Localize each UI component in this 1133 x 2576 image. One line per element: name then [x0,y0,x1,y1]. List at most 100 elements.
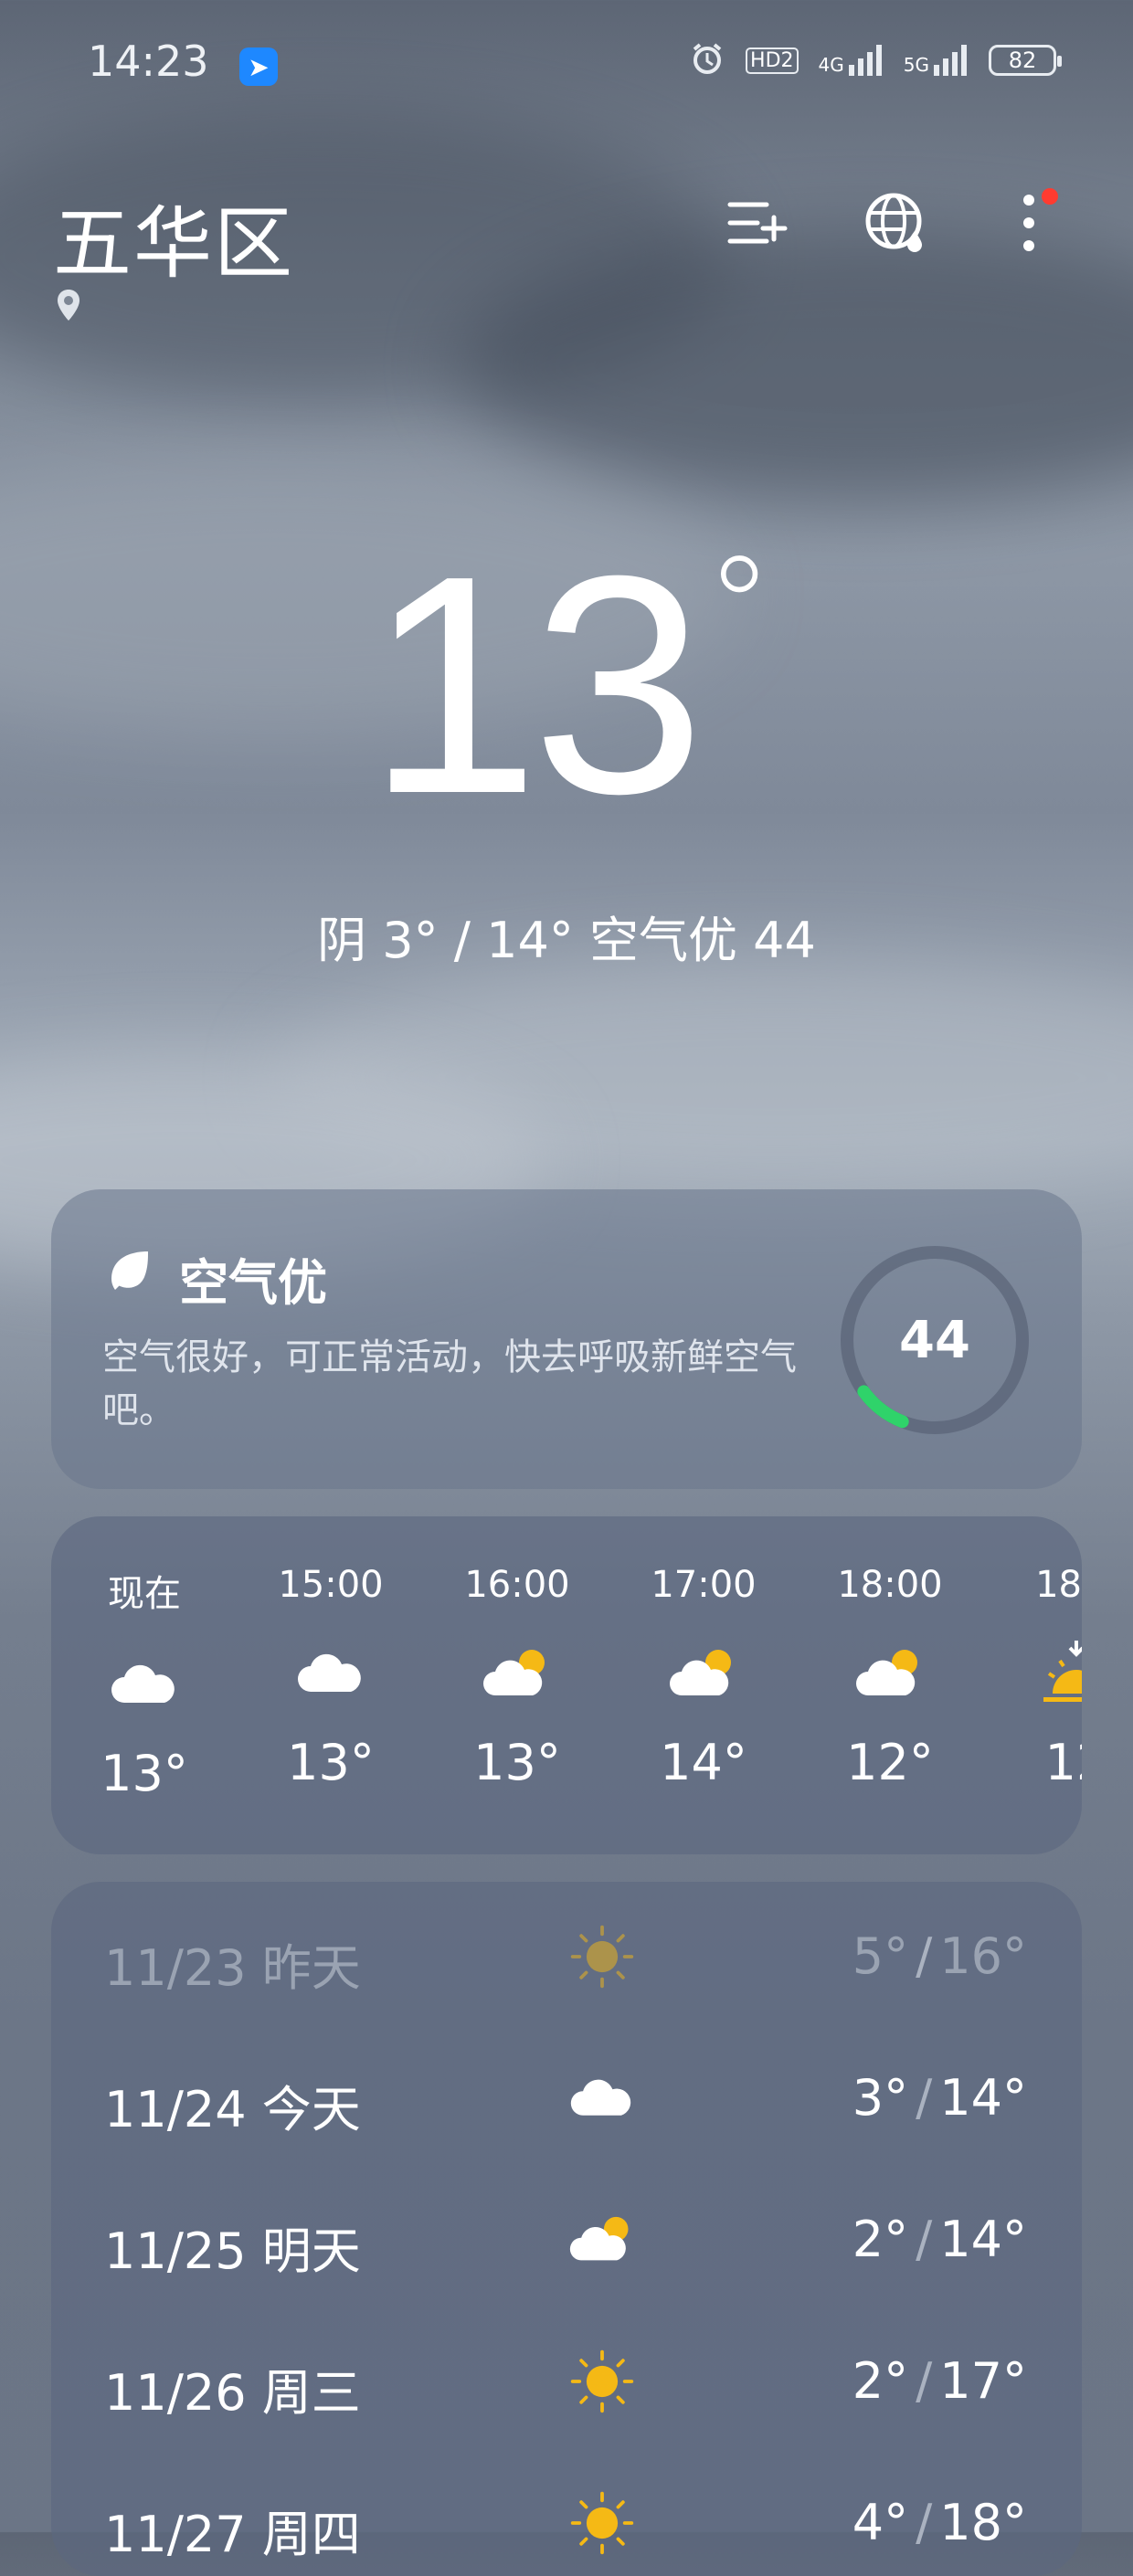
hourly-list[interactable]: 现在 13° 15:00 13° 16:00 13° 17:00 14° 18:00 1… [51,1516,1082,1802]
day-name: 昨天 [261,1939,361,1997]
sun-icon [561,2345,643,2418]
day-date: 11/24 [104,2081,247,2138]
day-label: 11/26 周三 [104,2352,361,2424]
hour-temp: 12° [846,1734,934,1791]
aqi-gauge: 44 [839,1244,1031,1436]
status-time: 14:23 [88,37,209,86]
hourly-item[interactable]: 16:00 13° [424,1516,610,1802]
day-temp-range: 2°/17° [852,2352,1027,2410]
hour-temp: 13° [473,1734,561,1791]
app-notification-icon: ➤ [239,48,278,86]
hourly-item[interactable]: 18:00 12° [797,1516,983,1802]
day-name: 周三 [261,2364,361,2422]
day-label: 11/25 明天 [104,2211,361,2283]
globe-button[interactable] [859,186,932,259]
hourly-forecast-card[interactable]: 现在 13° 15:00 13° 16:00 13° 17:00 14° 18:00 1… [51,1516,1082,1854]
day-name: 明天 [261,2222,361,2280]
daily-row[interactable]: 11/26 周三 2°/17° [104,2334,1027,2434]
current-temperature: 13° [0,530,1133,840]
range-separator: / [916,2494,933,2551]
air-quality-card[interactable]: 空气优 空气很好，可正常活动，快去呼吸新鲜空气吧。 44 [51,1189,1082,1489]
day-high: 16° [939,1927,1027,1985]
more-vertical-icon [1023,195,1034,251]
air-quality-description: 空气很好，可正常活动，快去呼吸新鲜空气吧。 [102,1336,797,1431]
day-low: 5° [852,1927,909,1985]
day-date: 11/26 [104,2364,247,2422]
hourly-item[interactable]: 现在 13° [51,1516,238,1802]
air-quality-title: 空气优 [179,1254,327,1312]
hourly-item[interactable]: 18:1 12 [983,1516,1082,1802]
sunset-icon [983,1637,1082,1710]
day-high: 18° [939,2494,1027,2551]
day-low: 2° [852,2352,909,2410]
hour-label: 18:1 [1035,1564,1082,1606]
day-label: 11/24 今天 [104,2069,361,2141]
more-menu-button[interactable] [992,186,1065,259]
hourly-item[interactable]: 17:00 14° [610,1516,797,1802]
day-temp-range: 2°/14° [852,2211,1027,2268]
range-separator: / [916,2069,933,2127]
battery-icon: 82 [989,45,1062,76]
day-temp-range: 5°/16° [852,1927,1027,1985]
hd-icon: HD2 [746,47,799,74]
globe-icon [865,193,922,252]
degree-symbol: ° [704,528,774,687]
day-label: 11/27 周四 [104,2494,361,2566]
day-high: 14° [939,2211,1027,2268]
day-temp-range: 3°/14° [852,2069,1027,2127]
partly-cloudy-icon [797,1637,983,1710]
cloud-icon [51,1648,238,1721]
add-city-button[interactable] [722,186,795,259]
daily-row[interactable]: 11/24 今天 3°/14° [104,2051,1027,2151]
cloud-icon [238,1637,424,1710]
day-temp-range: 4°/18° [852,2494,1027,2551]
day-low: 4° [852,2494,909,2551]
battery-level: 82 [1008,48,1037,73]
day-high: 17° [939,2352,1027,2410]
day-low: 3° [852,2069,909,2127]
city-name[interactable]: 五华区 [53,179,294,293]
partly-cloudy-icon [561,2203,643,2276]
range-separator: / [916,2211,933,2268]
hour-label: 17:00 [651,1564,757,1606]
hourly-item[interactable]: 15:00 13° [238,1516,424,1802]
day-name: 今天 [261,2081,361,2138]
daily-row[interactable]: 11/25 明天 2°/14° [104,2192,1027,2293]
day-date: 11/23 [104,1939,247,1997]
current-temp-value: 13 [366,512,704,859]
net-label-4g: 4G [818,54,844,76]
day-date: 11/25 [104,2222,247,2280]
partly-cloudy-icon [610,1637,797,1710]
leaf-icon [104,1246,155,1301]
aqi-value: 44 [899,1310,970,1370]
signal-5g-icon: 5G [904,45,969,76]
notification-dot [1042,188,1058,205]
daily-row[interactable]: 11/27 周四 4°/18° [104,2476,1027,2576]
hour-temp: 14° [660,1734,747,1791]
day-high: 14° [939,2069,1027,2127]
daily-forecast-card[interactable]: 11/23 昨天 5°/16° 11/24 今天 3°/14° 11/25 明天 2… [51,1882,1082,2576]
signal-4g-icon: 4G [819,45,884,76]
sun-icon [561,2486,643,2560]
day-label: 11/23 昨天 [104,1927,361,2000]
daily-row[interactable]: 11/23 昨天 5°/16° [104,1909,1027,2010]
net-label-5g: 5G [903,54,929,76]
hour-label: 16:00 [464,1564,570,1606]
hour-label: 18:00 [837,1564,943,1606]
list-add-icon [727,202,788,244]
day-low: 2° [852,2211,909,2268]
hour-temp: 12 [1044,1734,1082,1791]
location-pin-icon [55,288,82,326]
partly-cloudy-icon [424,1637,610,1710]
hour-temp: 13° [287,1734,375,1791]
status-icons: HD2 4G 5G 82 [689,40,1062,80]
cloud-icon [561,2062,643,2135]
alarm-icon [689,40,725,80]
current-summary: 阴 3° / 14° 空气优 44 [317,912,816,969]
hour-label: 15:00 [278,1564,384,1606]
range-separator: / [916,2352,933,2410]
status-bar: 14:23 ➤ HD2 4G 5G 82 [0,0,1133,137]
hour-temp: 13° [101,1745,188,1802]
sun-icon [561,1920,643,1993]
day-name: 周四 [261,2506,361,2563]
